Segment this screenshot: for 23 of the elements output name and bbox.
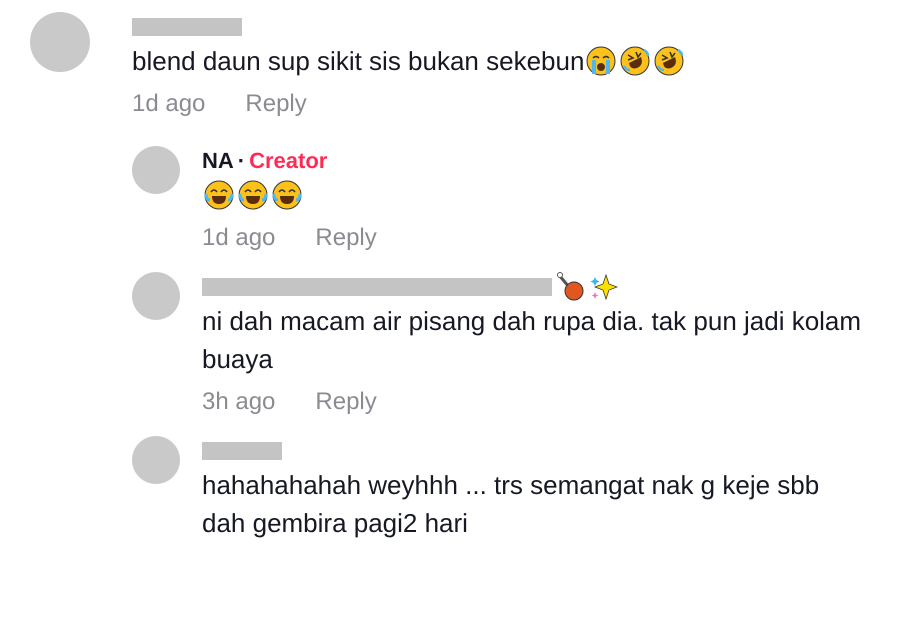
tears-of-joy-face-icon [272, 180, 302, 210]
timestamp: 3h ago [202, 388, 276, 416]
separator-dot: · [238, 148, 246, 174]
avatar-photo-placeholder[interactable] [132, 436, 180, 484]
avatar-photo-placeholder[interactable] [132, 146, 180, 194]
username[interactable]: NA [202, 148, 234, 174]
tears-of-joy-face-icon [204, 180, 234, 210]
crying-face-icon [586, 46, 616, 76]
creator-label: Creator [249, 148, 328, 174]
rolling-laughing-face-icon [620, 46, 650, 76]
reply-link[interactable]: Reply [315, 224, 377, 252]
drumstick-icon [556, 272, 584, 302]
avatar-photo-placeholder[interactable] [132, 272, 180, 320]
timestamp: 1d ago [202, 224, 276, 252]
sparkles-icon [588, 272, 618, 302]
comment-text: hahahahahah weyhhh ... trs semangat nak g keje sbb dah gembira pagi2 hari [202, 470, 820, 538]
rolling-laughing-face-icon [654, 46, 684, 76]
reply-link[interactable]: Reply [245, 90, 307, 118]
comment-text: blend daun sup sikit sis bukan sekebun [132, 46, 584, 76]
comment-text: ni dah macam air pisang dah rupa dia. tak pun jadi kolam buaya [202, 306, 862, 374]
reply-link[interactable]: Reply [315, 388, 377, 416]
timestamp: 1d ago [132, 90, 206, 118]
tears-of-joy-face-icon [238, 180, 268, 210]
